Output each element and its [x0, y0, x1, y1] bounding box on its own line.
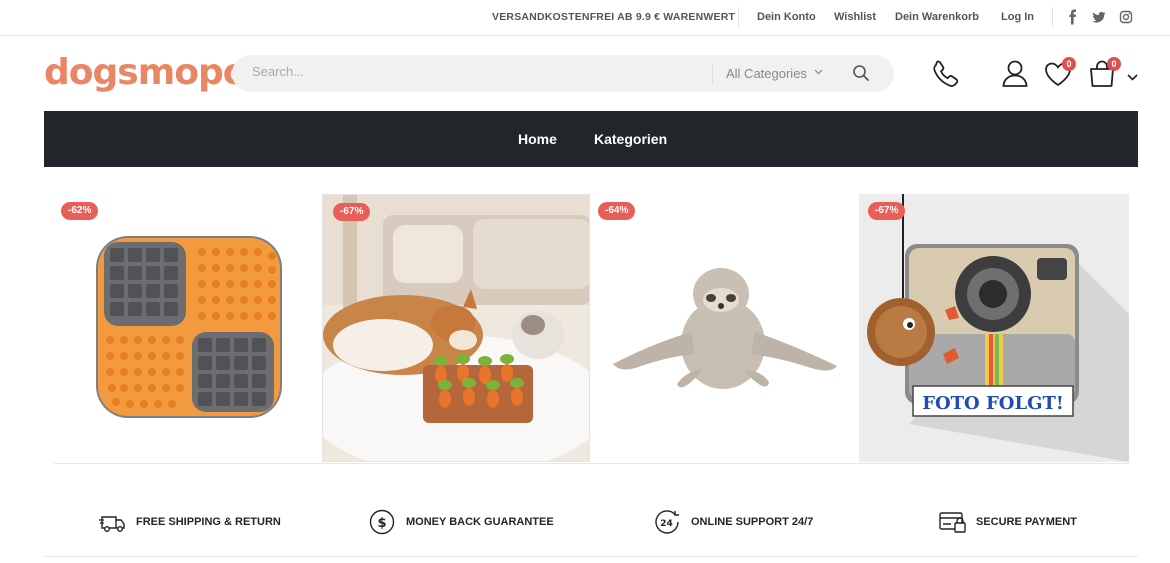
login-link[interactable]: Log In [1001, 11, 1034, 23]
discount-badge: -67% [333, 203, 371, 221]
divider [738, 7, 739, 27]
wishlist-count-badge: 0 [1062, 57, 1076, 71]
instagram-icon[interactable] [1119, 9, 1133, 25]
product-card[interactable]: -62% [54, 194, 322, 462]
feature-support: 24 ONLINE SUPPORT 24/7 [654, 509, 854, 535]
truck-icon [99, 509, 127, 535]
cart-link[interactable]: Dein Warenkorb [895, 11, 979, 23]
feature-money-back: $ MONEY BACK GUARANTEE [369, 509, 569, 535]
discount-badge: -62% [61, 202, 99, 220]
twitter-icon[interactable] [1092, 9, 1106, 25]
facebook-icon[interactable] [1066, 9, 1080, 25]
shipping-notice: VERSANDKOSTENFREI AB 9.9 € WARENWERT [492, 11, 736, 23]
dollar-icon: $ [369, 509, 395, 535]
product-image-lick-mat[interactable] [54, 194, 322, 462]
search-bar: All Categories [232, 55, 894, 92]
feature-label: MONEY BACK GUARANTEE [406, 516, 554, 528]
chevron-down-icon [814, 67, 823, 79]
feature-secure-payment: SECURE PAYMENT [939, 509, 1139, 535]
product-image-placeholder[interactable]: FOTO FOLGT! [859, 194, 1129, 462]
feature-label: SECURE PAYMENT [976, 516, 1077, 528]
feature-free-shipping: FREE SHIPPING & RETURN [99, 509, 299, 535]
nav-item-home[interactable]: Home [518, 131, 557, 147]
product-card[interactable]: -67% FOTO FOLGT! [859, 194, 1129, 462]
product-image-sloth-plush[interactable] [591, 194, 859, 462]
product-card[interactable]: -67% [322, 194, 590, 462]
account-link[interactable]: Dein Konto [757, 11, 816, 23]
discount-badge: -67% [868, 202, 906, 220]
feature-label: FREE SHIPPING & RETURN [136, 516, 281, 528]
divider [1052, 7, 1053, 27]
chevron-down-icon[interactable] [1127, 69, 1139, 81]
discount-badge: -64% [598, 202, 636, 220]
product-image-snuffle-toy[interactable] [323, 195, 590, 462]
search-icon[interactable] [852, 64, 872, 84]
support-24-icon: 24 [654, 509, 682, 535]
top-bar: VERSANDKOSTENFREI AB 9.9 € WARENWERT Dei… [0, 0, 1170, 36]
wishlist-link[interactable]: Wishlist [834, 11, 876, 23]
category-select[interactable]: All Categories [726, 66, 807, 81]
svg-text:$: $ [377, 516, 386, 531]
placeholder-image-text: FOTO FOLGT! [922, 393, 1064, 414]
divider [712, 63, 713, 84]
product-card[interactable]: -64% [591, 194, 859, 462]
feature-label: ONLINE SUPPORT 24/7 [691, 516, 814, 528]
product-grid: -62% -67% -64% -67% FOTO FOLGT! [54, 194, 1130, 464]
user-account-icon[interactable] [999, 58, 1031, 90]
svg-text:24: 24 [660, 519, 673, 529]
search-input[interactable] [252, 64, 702, 79]
phone-icon[interactable] [930, 58, 962, 90]
secure-payment-icon [939, 509, 967, 535]
nav-item-kategorien[interactable]: Kategorien [594, 131, 667, 147]
main-navigation: Home Kategorien [44, 111, 1138, 167]
divider [44, 556, 1138, 557]
cart-count-badge: 0 [1107, 57, 1121, 71]
